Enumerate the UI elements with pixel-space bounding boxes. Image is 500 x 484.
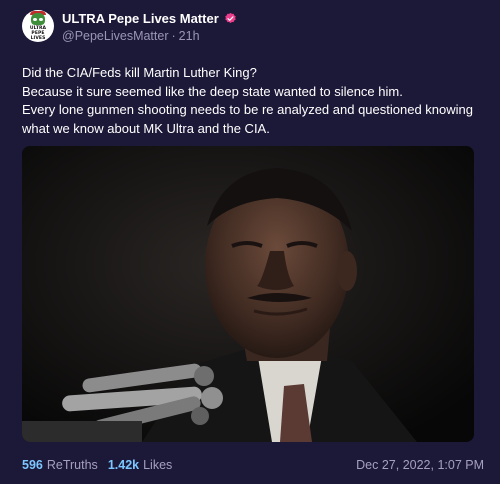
avatar-frog-eye xyxy=(39,18,43,21)
retruths-stat[interactable]: 596 ReTruths xyxy=(22,458,98,472)
avatar[interactable]: ULTRA PEPE LIVES xyxy=(22,10,54,42)
handle[interactable]: @PepeLivesMatter xyxy=(62,29,169,43)
likes-stat[interactable]: 1.42k Likes xyxy=(108,458,172,472)
video-thumbnail[interactable] xyxy=(22,146,474,442)
handle-row: @PepeLivesMatter · 21h xyxy=(62,27,237,45)
avatar-logo-text: ULTRA PEPE LIVES xyxy=(22,26,54,41)
retruths-label: ReTruths xyxy=(46,458,98,472)
retruths-count: 596 xyxy=(22,458,43,472)
avatar-text-line: LIVES xyxy=(30,36,46,41)
post-header: ULTRA PEPE LIVES ULTRA Pepe Lives Matter… xyxy=(22,10,237,45)
post-card: ULTRA PEPE LIVES ULTRA Pepe Lives Matter… xyxy=(0,0,500,484)
separator: · xyxy=(171,29,176,43)
verified-badge-icon xyxy=(225,12,236,24)
body-line: Because it sure seemed like the deep sta… xyxy=(22,83,403,99)
post-timestamp[interactable]: Dec 27, 2022, 1:07 PM xyxy=(356,458,484,472)
video-frame-image xyxy=(22,146,474,442)
avatar-frog-eye xyxy=(33,18,37,21)
post-footer: 596 ReTruths 1.42k Likes Dec 27, 2022, 1… xyxy=(22,456,484,474)
post-body: Did the CIA/Feds kill Martin Luther King… xyxy=(22,64,484,138)
likes-count: 1.42k xyxy=(107,458,140,472)
name-row: ULTRA Pepe Lives Matter xyxy=(62,10,237,27)
author-meta: ULTRA Pepe Lives Matter @PepeLivesMatter… xyxy=(62,10,237,45)
post-age[interactable]: 21h xyxy=(179,29,200,43)
likes-label: Likes xyxy=(143,458,173,472)
display-name[interactable]: ULTRA Pepe Lives Matter xyxy=(62,11,219,26)
avatar-frog xyxy=(31,13,45,25)
body-line: Every lone gunmen shooting needs to be r… xyxy=(22,102,473,136)
body-line: Did the CIA/Feds kill Martin Luther King… xyxy=(22,65,257,80)
